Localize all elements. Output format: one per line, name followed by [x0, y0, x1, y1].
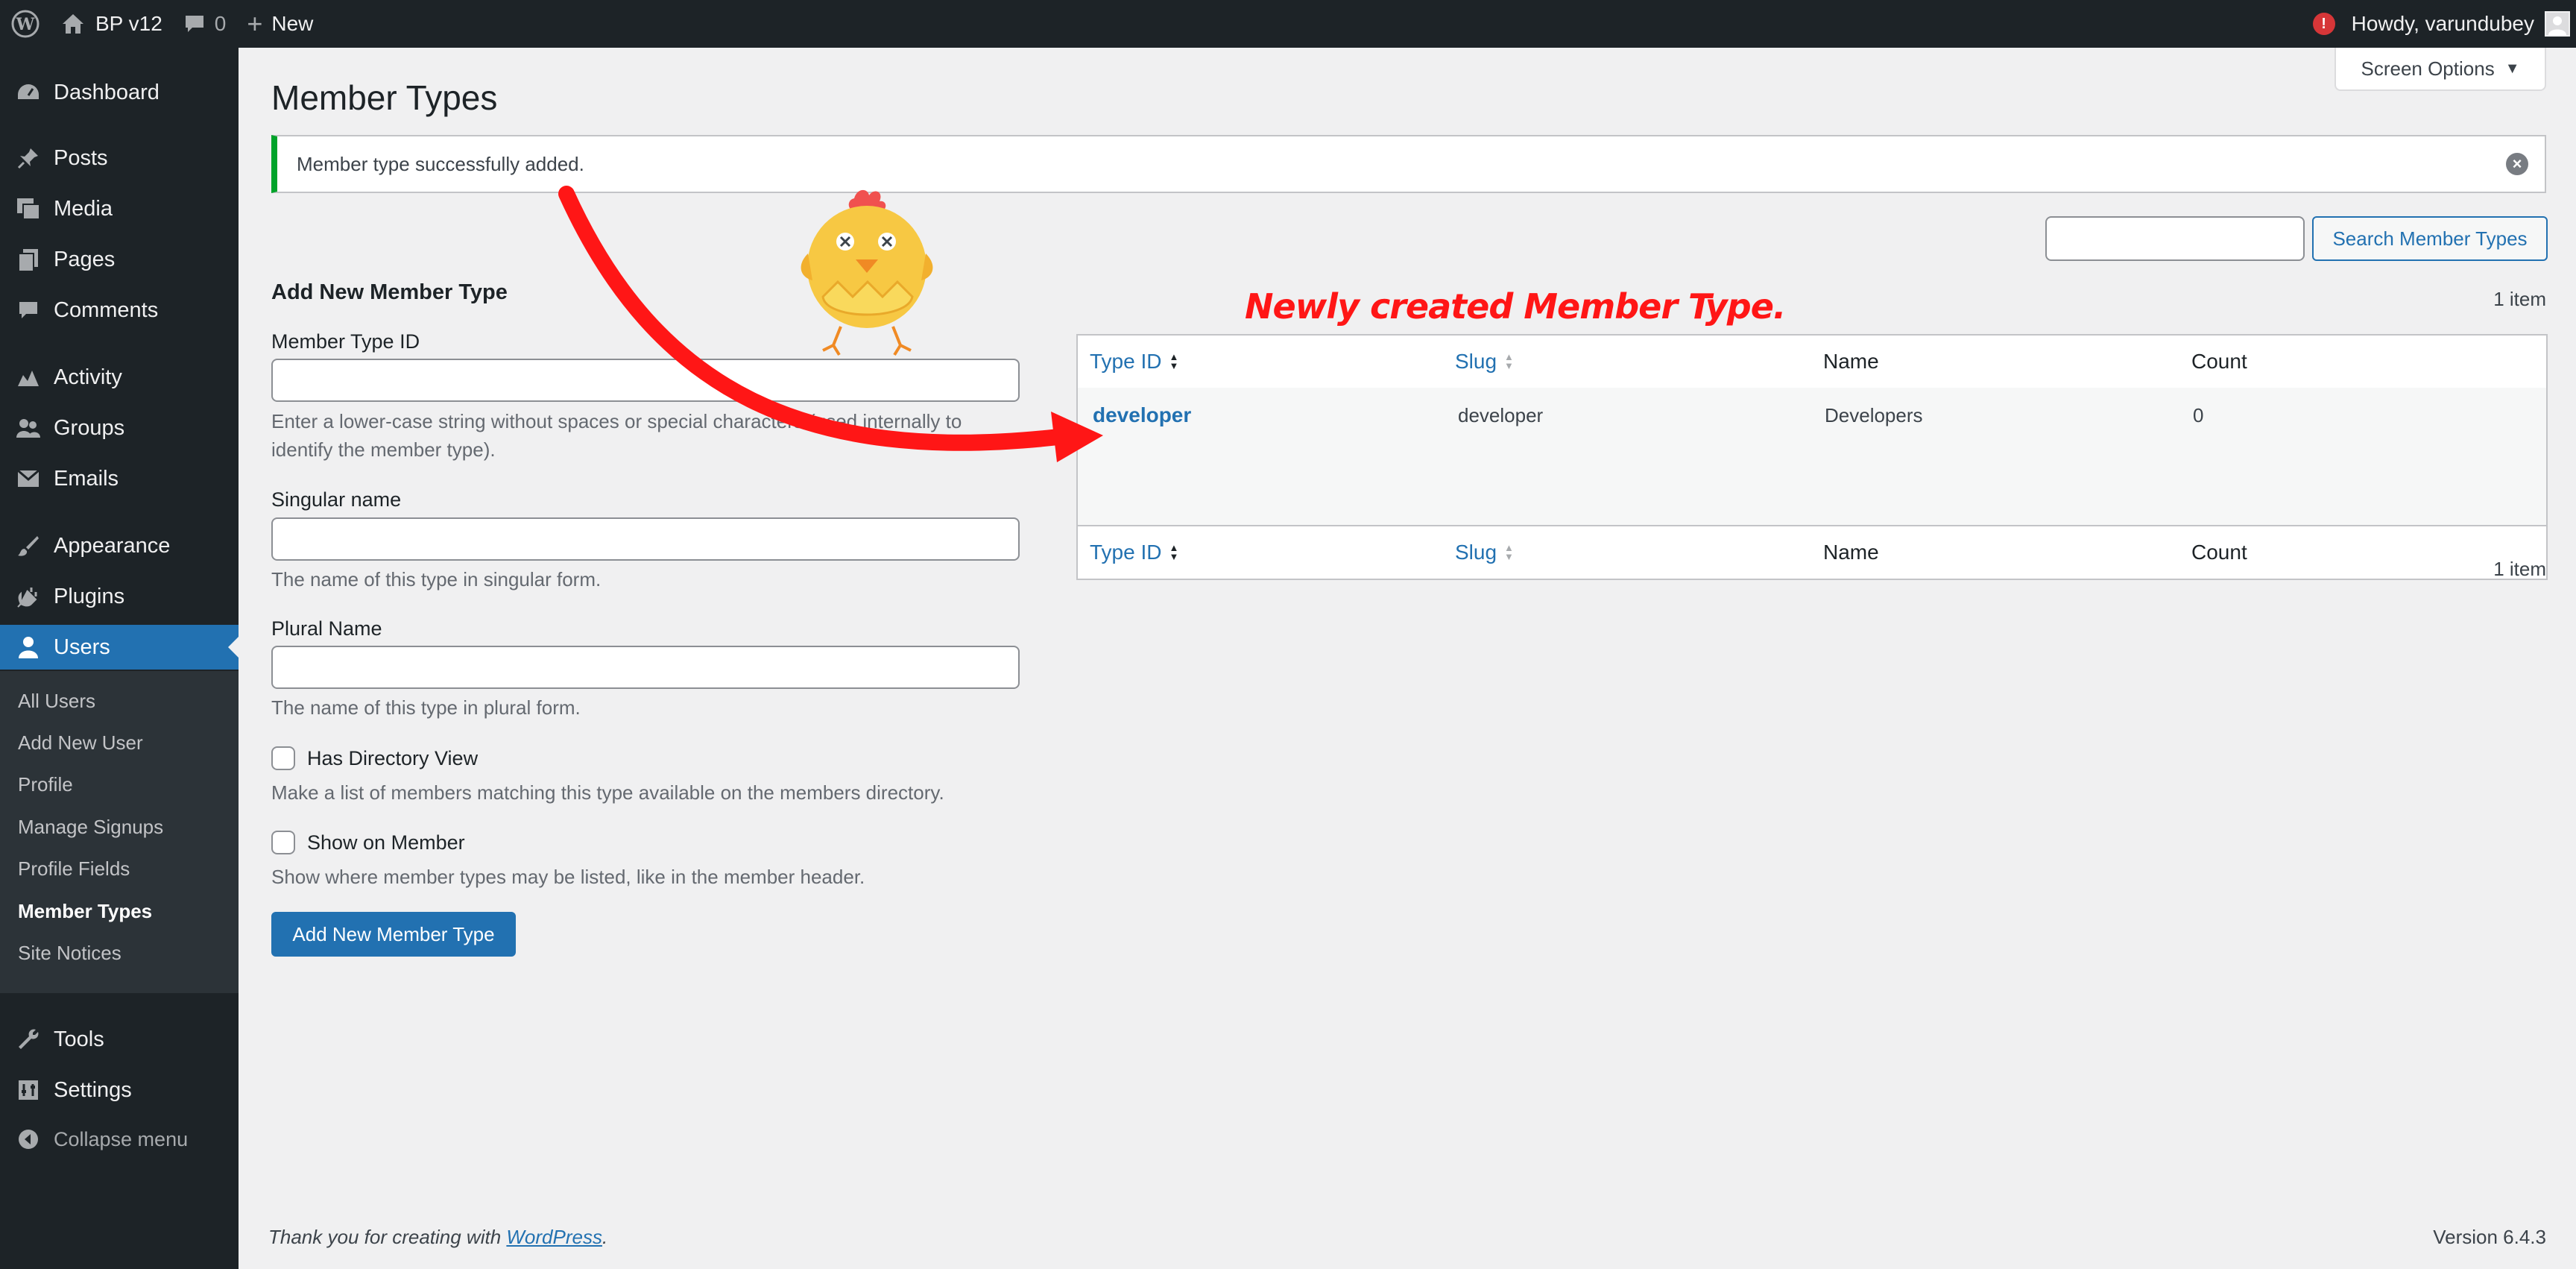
menu-posts[interactable]: Posts [0, 136, 239, 180]
users-submenu: All Users Add New User Profile Manage Si… [0, 671, 239, 993]
footer-version: Version 6.4.3 [2433, 1226, 2546, 1248]
menu-label: Groups [54, 415, 125, 440]
settings-icon [13, 1075, 43, 1105]
notification-icon[interactable]: ! [2312, 13, 2335, 35]
menu-label: Media [54, 196, 113, 221]
collapse-arrow-icon [13, 1124, 43, 1154]
menu-dashboard[interactable]: Dashboard [0, 70, 239, 115]
menu-label: Dashboard [54, 80, 160, 104]
menu-tools[interactable]: Tools [0, 1017, 239, 1062]
menu-label: Comments [54, 297, 159, 322]
submenu-profile-fields[interactable]: Profile Fields [18, 857, 130, 881]
dashboard-icon [13, 78, 43, 107]
new-content-link[interactable]: + New [236, 0, 323, 48]
menu-label: Plugins [54, 584, 125, 608]
brush-icon [13, 531, 43, 561]
pin-icon [13, 143, 43, 173]
svg-text:W: W [16, 15, 35, 34]
menu-activity[interactable]: Activity [0, 355, 239, 400]
menu-groups[interactable]: Groups [0, 406, 239, 450]
menu-users[interactable]: Users [0, 625, 239, 670]
menu-plugins[interactable]: Plugins [0, 574, 239, 619]
menu-media[interactable]: Media [0, 186, 239, 231]
groups-icon [13, 413, 43, 443]
collapse-label: Collapse menu [54, 1127, 189, 1150]
footer-thanks-text: Thank you for creating with [268, 1226, 507, 1248]
main-content: Screen Options ▼ Member Types Member typ… [239, 48, 2576, 1269]
plug-icon [13, 582, 43, 611]
menu-comments[interactable]: Comments [0, 288, 239, 333]
media-icon [13, 194, 43, 224]
activity-icon [13, 362, 43, 392]
submenu-member-types[interactable]: Member Types [18, 900, 152, 923]
comment-icon [13, 295, 43, 325]
menu-label: Appearance [54, 533, 171, 558]
menu-settings[interactable]: Settings [0, 1068, 239, 1112]
submenu-manage-signups[interactable]: Manage Signups [18, 816, 163, 839]
wordpress-link[interactable]: WordPress [506, 1226, 602, 1248]
comments-count: 0 [214, 12, 227, 35]
account-greeting[interactable]: Howdy, varundubey [2352, 12, 2534, 36]
menu-label: Emails [54, 466, 119, 491]
annotation-arrow [558, 186, 1103, 462]
plus-icon: + [247, 8, 263, 39]
collapse-menu-button[interactable]: Collapse menu [0, 1117, 239, 1162]
avatar[interactable] [2545, 11, 2570, 37]
home-icon [61, 13, 85, 35]
footer-thanks: Thank you for creating with WordPress. [268, 1226, 607, 1249]
menu-label: Activity [54, 365, 122, 389]
menu-appearance[interactable]: Appearance [0, 523, 239, 568]
submenu-add-new-user[interactable]: Add New User [18, 731, 143, 755]
menu-label: Posts [54, 145, 108, 170]
wordpress-logo-icon[interactable]: W [0, 0, 51, 48]
submenu-all-users[interactable]: All Users [18, 690, 95, 713]
mail-icon [13, 464, 43, 494]
menu-label: Tools [54, 1027, 104, 1051]
admin-bar: W BP v12 0 + New ! Howdy, varundubey [0, 0, 2576, 48]
submenu-site-notices[interactable]: Site Notices [18, 942, 121, 965]
wrench-icon [13, 1024, 43, 1054]
admin-sidebar: Dashboard Posts Media Pages Comments Act… [0, 48, 239, 1269]
comments-link[interactable]: 0 [173, 0, 237, 48]
footer-thanks-suffix: . [602, 1226, 608, 1248]
menu-label: Pages [54, 247, 116, 271]
chick-mascot-icon [801, 189, 933, 356]
menu-emails[interactable]: Emails [0, 456, 239, 501]
menu-pages[interactable]: Pages [0, 237, 239, 282]
submenu-profile[interactable]: Profile [18, 773, 73, 796]
user-icon [13, 632, 43, 662]
site-name-link[interactable]: BP v12 [51, 0, 173, 48]
comment-icon [183, 13, 206, 34]
new-label: New [271, 12, 314, 35]
menu-label: Users [54, 634, 110, 659]
site-name: BP v12 [95, 12, 162, 35]
menu-label: Settings [54, 1077, 132, 1102]
pages-icon [13, 245, 43, 274]
